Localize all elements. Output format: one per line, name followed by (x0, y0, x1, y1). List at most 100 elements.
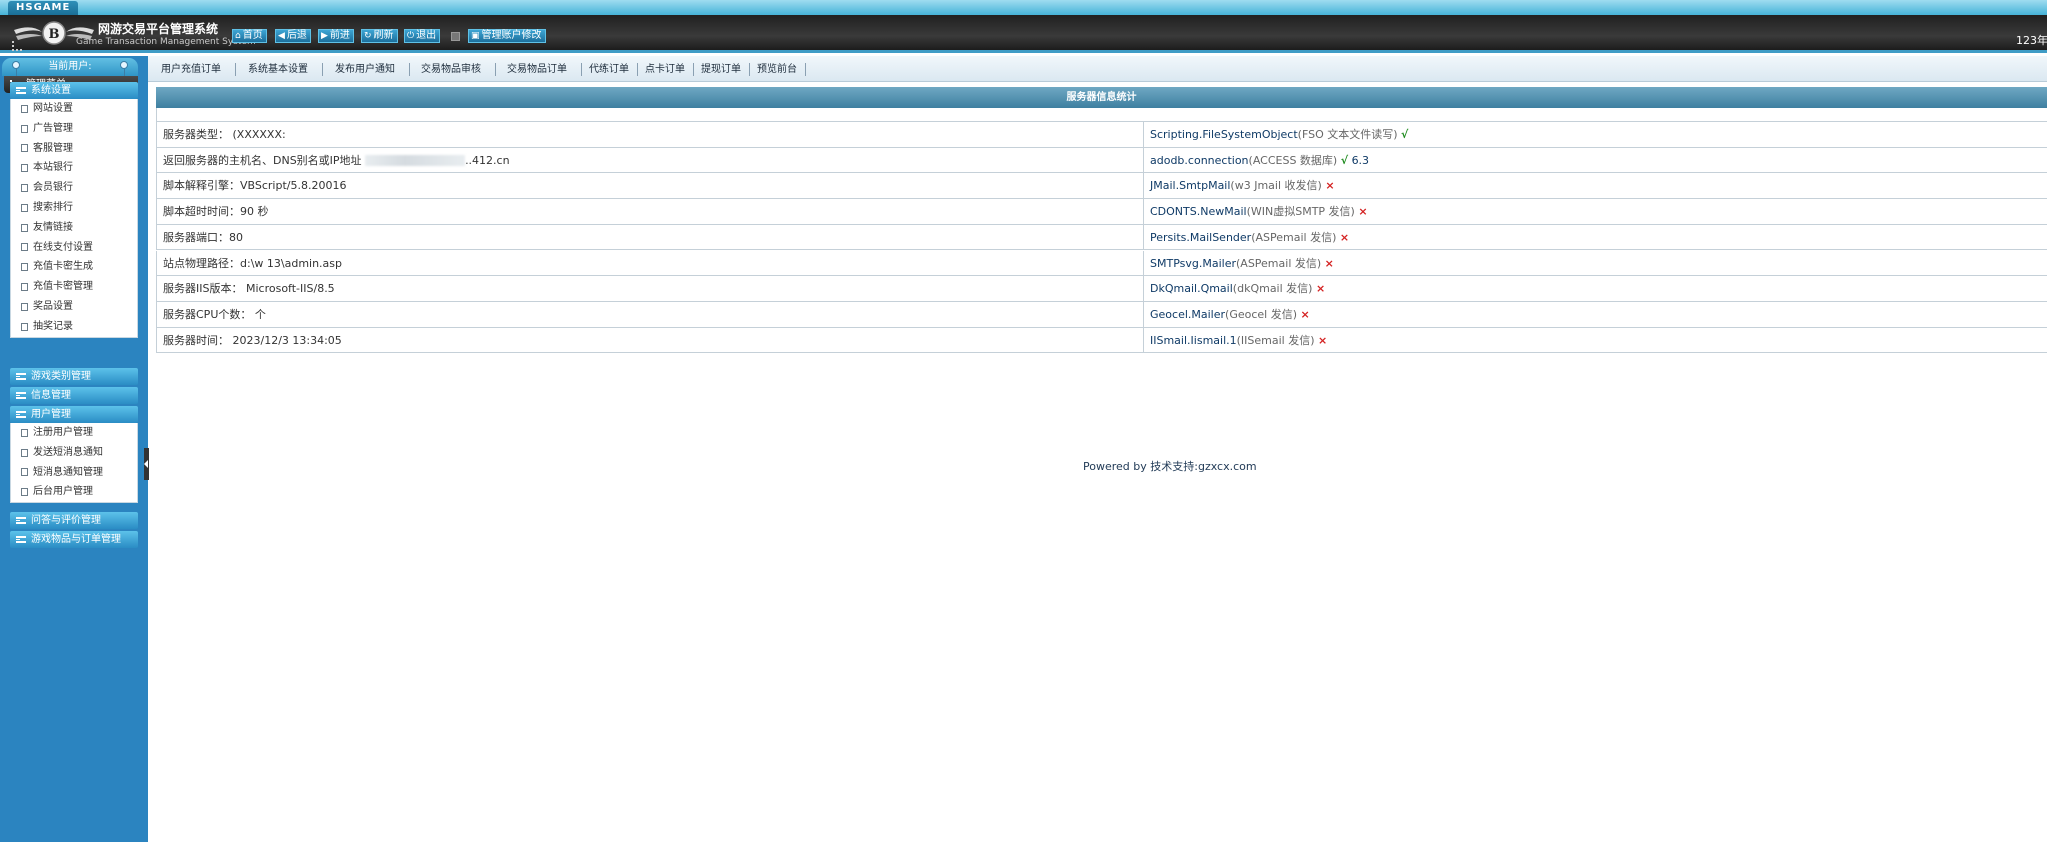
sidebar-item[interactable]: 短消息通知管理 (11, 463, 137, 483)
sidebar-item[interactable]: 充值卡密管理 (11, 277, 137, 297)
document-icon (21, 184, 28, 193)
tab-preview-front[interactable]: 预览前台 (757, 62, 797, 77)
tab-separator (235, 63, 236, 76)
component-cell: adodb.connection(ACCESS 数据库) √ 6.3 (1150, 153, 1370, 167)
pin-icon (120, 61, 128, 76)
category-icon (16, 87, 26, 94)
app-subtitle: Game Transaction Management System (76, 37, 256, 47)
sidebar-category-game-types[interactable]: 游戏类别管理 (10, 368, 138, 385)
server-info-cell: 脚本解释引擎：VBScript/5.8.20016 (157, 173, 1144, 199)
server-info-cell: 站点物理路径：d:\w 13\admin.asp (157, 250, 1144, 276)
tab-separator (805, 63, 806, 76)
sidebar-category-items-orders[interactable]: 游戏物品与订单管理 (10, 531, 138, 548)
logout-button[interactable]: ⏻ 退出 (404, 29, 441, 43)
pin-icon (12, 61, 20, 76)
sidebar-item[interactable]: 客服管理 (11, 139, 137, 159)
sidebar-category-qa[interactable]: 问答与评价管理 (10, 512, 138, 529)
document-icon (21, 448, 28, 457)
document-icon (21, 322, 28, 331)
account-edit-button[interactable]: ▣ 管理账户修改 (468, 29, 546, 43)
table-row: 服务器IIS版本： Microsoft-IIS/8.5 DkQmail.Qmai… (156, 276, 2047, 302)
tab-card-orders[interactable]: 点卡订单 (645, 62, 685, 77)
table-row: 返回服务器的主机名、DNS别名或IP地址 ..412.cn adodb.conn… (156, 147, 2047, 174)
sidebar: 当前用户: 管理菜单 系统设置 网站设置 广告管理 客服管理 本站银行 会员银行… (0, 56, 148, 842)
table-row: 服务器端口：80 Persits.MailSender(ASPemail 发信)… (156, 224, 2047, 251)
users-submenu: 注册用户管理 发送短消息通知 短消息通知管理 后台用户管理 (10, 423, 138, 504)
sidebar-item[interactable]: 奖品设置 (11, 297, 137, 317)
home-icon: ⌂ (235, 31, 241, 41)
server-info-cell: 服务器端口：80 (157, 224, 1144, 250)
header-main: B 网游交易平台管理系统 Game Transaction Management… (0, 15, 2047, 53)
component-cell: CDONTS.NewMail(WIN虚拟SMTP 发信) × (1150, 205, 1368, 219)
nav-tabs-bar: 用户充值订单 系统基本设置 发布用户通知 交易物品审核 交易物品订单 代练订单 … (148, 56, 2047, 82)
tab-recharge-orders[interactable]: 用户充值订单 (161, 62, 221, 77)
top-header: HSGAME B 网游交易平台管理系统 Game Transaction Man… (0, 0, 2047, 53)
server-info-cell: 服务器时间： 2023/12/3 13:34:05 (157, 327, 1144, 353)
tab-separator (693, 63, 694, 76)
sidebar-category-info[interactable]: 信息管理 (10, 387, 138, 404)
sidebar-item[interactable]: 后台用户管理 (11, 482, 137, 502)
forward-button[interactable]: ▶ 前进 (318, 29, 354, 43)
app-title: 网游交易平台管理系统 (98, 22, 219, 36)
tab-publish-notice[interactable]: 发布用户通知 (335, 62, 395, 77)
document-icon (21, 488, 28, 497)
sidebar-collapse-handle[interactable] (144, 448, 149, 480)
sidebar-category-users[interactable]: 用户管理 (10, 406, 138, 423)
refresh-button[interactable]: ↻ 刷新 (361, 29, 398, 43)
sidebar-item[interactable]: 搜索排行 (11, 198, 137, 218)
grid-icon (12, 41, 22, 51)
cross-icon: × (1358, 205, 1368, 219)
tab-item-orders[interactable]: 交易物品订单 (507, 62, 567, 77)
header-date: 123年1 (2016, 34, 2047, 47)
category-icon (16, 392, 26, 399)
tab-item-review[interactable]: 交易物品审核 (421, 62, 481, 77)
sidebar-item[interactable]: 注册用户管理 (11, 423, 137, 443)
server-info-cell: 脚本超时时间：90 秒 (157, 199, 1144, 224)
document-icon (21, 124, 28, 133)
panel-title: 服务器信息统计 (156, 87, 2047, 108)
document-icon (21, 203, 28, 212)
table-row: 脚本超时时间：90 秒 CDONTS.NewMail(WIN虚拟SMTP 发信)… (156, 199, 2047, 225)
server-info-cell: 服务器IIS版本： Microsoft-IIS/8.5 (157, 276, 1144, 301)
tab-boosting-orders[interactable]: 代练订单 (589, 62, 629, 77)
sidebar-item[interactable]: 友情链接 (11, 218, 137, 238)
document-icon (21, 144, 28, 153)
tab-withdraw-orders[interactable]: 提现订单 (701, 62, 741, 77)
sidebar-item[interactable]: 会员银行 (11, 178, 137, 198)
tab-system-settings[interactable]: 系统基本设置 (248, 62, 308, 77)
cross-icon: × (1339, 230, 1350, 244)
table-row: 服务器类型： (XXXXXX: Scripting.FileSystemObje… (156, 122, 2047, 148)
category-icon (16, 411, 26, 418)
component-cell: SMTPsvg.Mailer(ASPemail 发信) × (1150, 256, 1334, 270)
brand-strip: HSGAME (0, 0, 2047, 15)
refresh-icon: ↻ (364, 31, 372, 41)
sidebar-category-system[interactable]: 系统设置 (10, 82, 138, 99)
component-cell: Geocel.Mailer(Geocel 发信) × (1150, 307, 1310, 321)
sidebar-item[interactable]: 网站设置 (11, 99, 137, 119)
server-info-cell: 返回服务器的主机名、DNS别名或IP地址 ..412.cn (157, 147, 1144, 173)
sidebar-item[interactable]: 抽奖记录 (11, 317, 137, 337)
sidebar-item[interactable]: 本站银行 (11, 158, 137, 178)
sidebar-item[interactable]: 充值卡密生成 (11, 257, 137, 277)
separator-icon (451, 32, 460, 41)
sidebar-item[interactable]: 在线支付设置 (11, 238, 137, 258)
component-cell: JMail.SmtpMail(w3 Jmail 收发信) × (1150, 179, 1335, 193)
tab-separator (637, 63, 638, 76)
document-icon (21, 223, 28, 232)
document-icon (21, 164, 28, 173)
cross-icon: × (1318, 333, 1328, 347)
table-row: 站点物理路径：d:\w 13\admin.asp SMTPsvg.Mailer(… (156, 250, 2047, 277)
category-icon (16, 517, 26, 524)
sidebar-item[interactable]: 发送短消息通知 (11, 443, 137, 463)
tab-separator (409, 63, 410, 76)
back-button[interactable]: ◀ 后退 (275, 29, 311, 43)
cross-icon: × (1300, 307, 1310, 321)
sidebar-item[interactable]: 广告管理 (11, 119, 137, 139)
system-submenu: 网站设置 广告管理 客服管理 本站银行 会员银行 搜索排行 友情链接 在线支付设… (10, 99, 138, 338)
tab-separator (322, 63, 323, 76)
component-cell: IISmail.Iismail.1(IISemail 发信) × (1150, 333, 1328, 347)
brand-tab: HSGAME (8, 1, 79, 15)
category-icon (16, 373, 26, 380)
home-button[interactable]: ⌂ 首页 (232, 29, 267, 43)
redacted-text (365, 155, 466, 167)
